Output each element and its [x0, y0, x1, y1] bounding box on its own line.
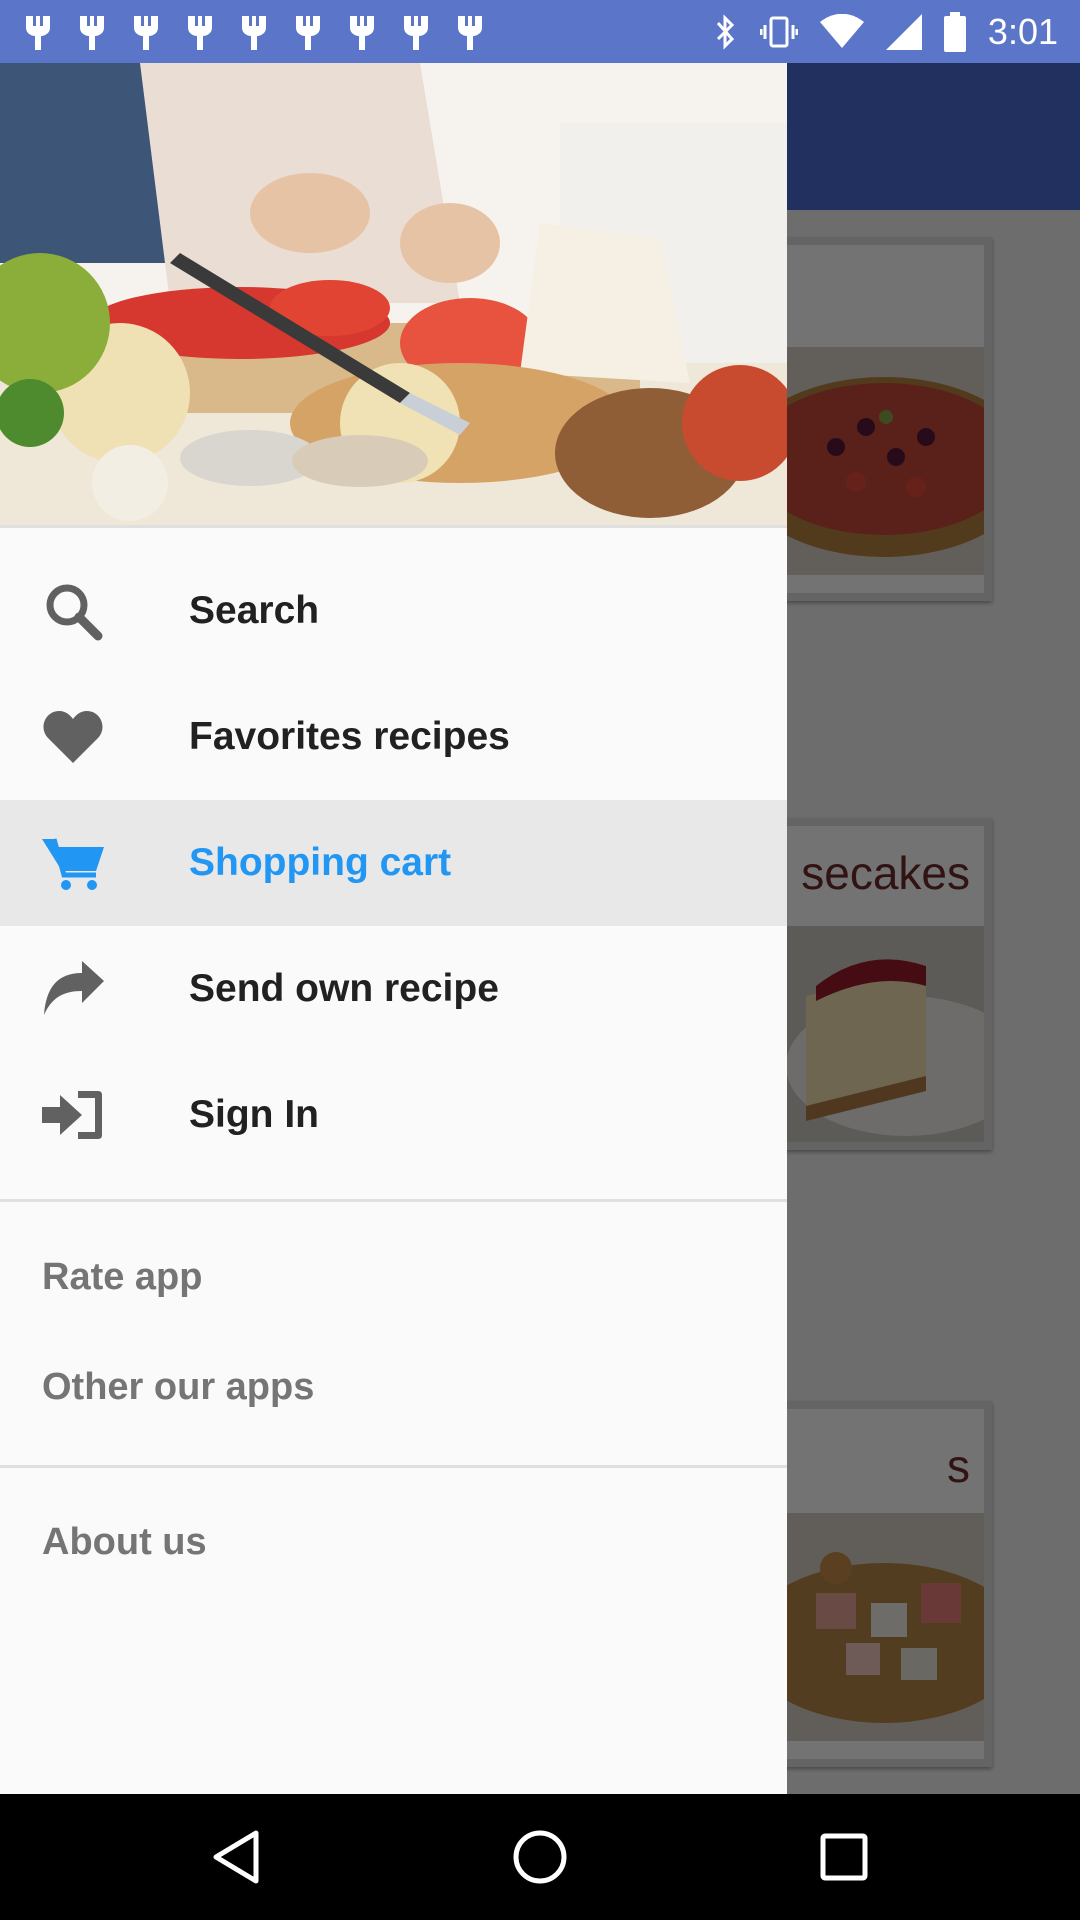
- menu-divider: [0, 1199, 787, 1202]
- vibrate-icon: [759, 16, 798, 47]
- system-navigation-bar: [0, 1794, 1080, 1920]
- menu-item-sign-in[interactable]: Sign In: [0, 1052, 787, 1178]
- share-icon: [42, 958, 104, 1020]
- menu-label: Send own recipe: [189, 967, 499, 1010]
- home-icon: [513, 1830, 567, 1884]
- heart-icon: [42, 706, 104, 768]
- cutlery-app-icon: [350, 15, 374, 50]
- clock: 3:01: [987, 10, 1058, 52]
- cart-icon: [42, 832, 104, 894]
- header-divider: [0, 525, 787, 528]
- status-bar: 3:01: [0, 0, 1080, 63]
- menu-item-search[interactable]: Search: [0, 548, 787, 674]
- cutlery-app-icon: [134, 15, 158, 50]
- cutlery-app-icon: [26, 15, 50, 50]
- navigation-drawer: Search Favorites recipes Shopping cart S…: [0, 63, 787, 1794]
- search-icon: [42, 580, 104, 642]
- sign-in-icon: [42, 1084, 104, 1146]
- menu-label: Favorites recipes: [189, 715, 510, 758]
- home-button[interactable]: [480, 1794, 600, 1920]
- signal-icon: [885, 13, 922, 50]
- system-status-icons: 3:01: [714, 0, 1058, 63]
- recents-button[interactable]: [784, 1794, 904, 1920]
- back-button[interactable]: [176, 1794, 296, 1920]
- menu-divider: [0, 1465, 787, 1468]
- cutlery-app-icon: [242, 15, 266, 50]
- menu-label: Shopping cart: [189, 841, 452, 884]
- about-us-item[interactable]: About us: [42, 1521, 207, 1564]
- recents-icon: [820, 1833, 868, 1881]
- rate-app-item[interactable]: Rate app: [42, 1256, 202, 1299]
- back-icon: [213, 1830, 259, 1884]
- cutlery-app-icon: [458, 15, 482, 50]
- cutlery-app-icon: [188, 15, 212, 50]
- menu-label: Sign In: [189, 1093, 319, 1136]
- other-apps-item[interactable]: Other our apps: [42, 1366, 314, 1409]
- cooking-photo: [0, 63, 787, 525]
- cutlery-app-icon: [80, 15, 104, 50]
- drawer-header-image: [0, 63, 787, 525]
- bluetooth-icon: [716, 13, 735, 50]
- battery-icon: [943, 11, 966, 52]
- menu-label: Search: [189, 589, 320, 632]
- menu-item-favorites[interactable]: Favorites recipes: [0, 674, 787, 800]
- wifi-icon: [819, 13, 864, 48]
- menu-item-send-recipe[interactable]: Send own recipe: [0, 926, 787, 1052]
- menu-item-shopping-cart[interactable]: Shopping cart: [0, 800, 787, 926]
- notification-icons: [20, 12, 488, 52]
- cutlery-app-icon: [296, 15, 320, 50]
- cutlery-app-icon: [404, 15, 428, 50]
